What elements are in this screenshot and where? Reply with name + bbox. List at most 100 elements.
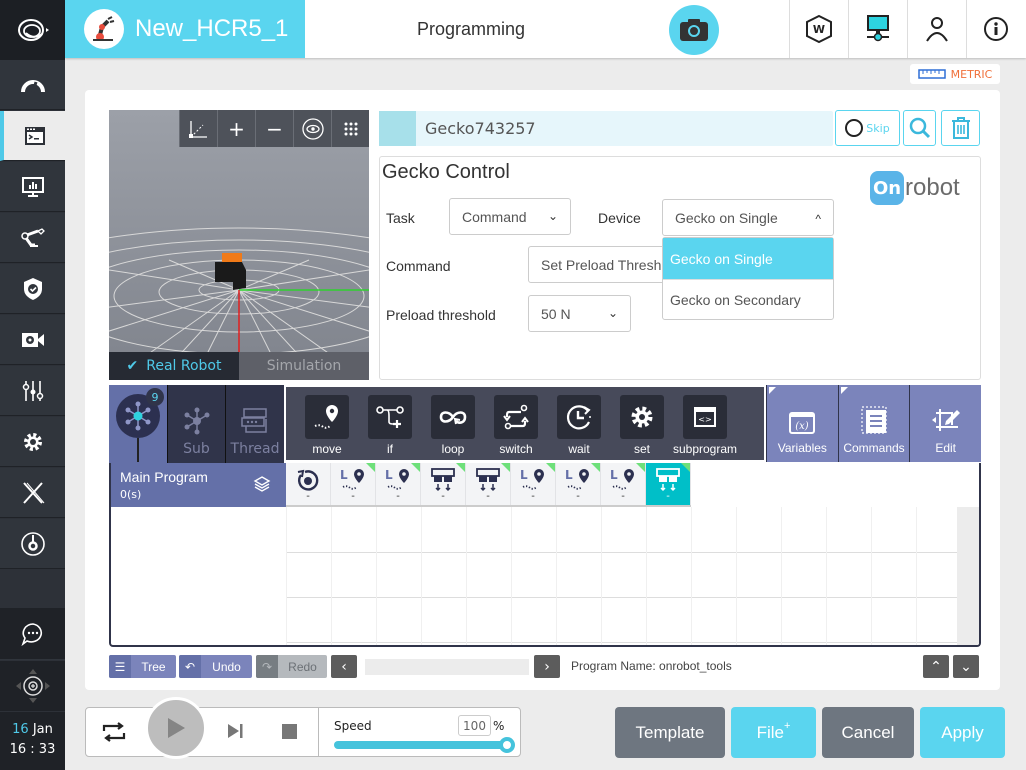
play-button[interactable] [145, 697, 207, 759]
main-program-time: 0(s) [120, 488, 142, 501]
scroll-left-button[interactable]: ‹ [331, 655, 357, 678]
step-button[interactable] [226, 722, 244, 744]
preload-select[interactable]: 50 N ⌄ [528, 295, 631, 332]
svg-text:<>: <> [698, 415, 711, 424]
repeat-icon [102, 722, 126, 742]
axes-button[interactable] [179, 110, 217, 147]
sidebar-item-programming[interactable] [0, 111, 65, 161]
sidebar-item-extensions[interactable] [0, 468, 65, 518]
layers-icon[interactable] [253, 475, 271, 493]
shield-check-icon [23, 277, 42, 300]
node-color-swatch[interactable] [379, 111, 416, 146]
timeline-node-move-l[interactable]: L- [511, 463, 556, 505]
tree-button[interactable]: ☰ Tree [109, 655, 176, 678]
tab-thread[interactable]: Thread [225, 385, 284, 465]
node-label: - [621, 491, 625, 502]
redo-button[interactable]: ↷ Redo [256, 655, 327, 678]
timeline-node-gripper[interactable]: - [466, 463, 511, 505]
sidebar-item-settings[interactable] [0, 417, 65, 467]
command-select[interactable]: Set Preload Threshold [528, 246, 668, 283]
user-button[interactable] [907, 0, 966, 58]
device-option-secondary[interactable]: Gecko on Secondary [663, 279, 833, 320]
sidebar-item-safety[interactable] [0, 264, 65, 314]
undo-button[interactable]: ↶ Undo [179, 655, 252, 678]
program-tools: (x) Variables Commands Edit [766, 385, 981, 462]
cmd-move[interactable]: move [305, 395, 349, 456]
stop-button[interactable] [282, 724, 297, 739]
timeline-node-move-l[interactable]: L- [556, 463, 601, 505]
skip-button[interactable]: Skip [835, 110, 900, 146]
sidebar-item-dashboard[interactable] [0, 60, 65, 110]
network-button[interactable] [848, 0, 907, 58]
grid-button[interactable] [331, 110, 369, 147]
jog-button[interactable] [0, 661, 65, 711]
timeline-scrollbar[interactable] [957, 507, 979, 645]
timeline-node-move-l[interactable]: L- [601, 463, 646, 505]
sidebar-item-monitoring[interactable] [0, 162, 65, 212]
page-title: Programming [417, 19, 526, 39]
speed-slider[interactable] [334, 741, 507, 749]
cmd-loop[interactable]: loop [431, 395, 475, 456]
command-value: Set Preload Threshold [541, 256, 668, 273]
apply-button[interactable]: Apply [920, 707, 1005, 758]
device-option-single[interactable]: Gecko on Single [663, 238, 833, 279]
view-button[interactable] [293, 110, 331, 147]
tab-simulation[interactable]: Simulation [239, 352, 369, 380]
timeline-node-gripper[interactable]: - [646, 463, 691, 505]
unit-badge[interactable]: METRIC [910, 64, 1000, 84]
timeline-node-gripper[interactable]: - [421, 463, 466, 505]
variables-button[interactable]: (x) Variables [766, 385, 838, 462]
scroll-right-button[interactable]: › [534, 655, 560, 678]
tab-main-program[interactable]: 9 [109, 385, 167, 465]
move-up-button[interactable]: ⌃ [923, 655, 949, 678]
search-button[interactable] [903, 110, 936, 146]
tab-sub[interactable]: Sub [167, 385, 225, 465]
sidebar-item-io[interactable] [0, 366, 65, 416]
search-icon [909, 117, 930, 139]
sidebar-item-tool[interactable] [0, 519, 65, 569]
robot-selector[interactable]: New_HCR5_1 [65, 0, 305, 58]
screenshot-button[interactable] [669, 5, 719, 55]
grid-column-line [556, 507, 557, 645]
timeline-node-move-l[interactable]: L- [376, 463, 421, 505]
home-rotate-icon [297, 469, 319, 491]
tab-real-robot-label: Real Robot [146, 358, 222, 374]
commands-button[interactable]: Commands [837, 385, 910, 462]
move-down-button[interactable]: ⌄ [953, 655, 979, 678]
panel-title: Gecko Control [382, 161, 510, 183]
repeat-button[interactable] [102, 721, 126, 747]
cmd-if[interactable]: if [368, 395, 412, 456]
main-menu-button[interactable] [0, 0, 65, 60]
node-name-field[interactable]: Gecko743257 [379, 111, 833, 146]
cmd-set[interactable]: set [620, 395, 664, 456]
info-button[interactable] [966, 0, 1025, 58]
template-button[interactable]: Template [615, 707, 725, 758]
grid-column-line [286, 507, 287, 645]
file-button[interactable]: File + [731, 707, 816, 758]
task-select[interactable]: Command ⌄ [449, 198, 571, 235]
cmd-wait[interactable]: wait [557, 395, 601, 456]
cancel-button[interactable]: Cancel [822, 707, 914, 758]
timeline-node-move-l[interactable]: L- [331, 463, 376, 505]
speed-input[interactable]: 100 [458, 715, 491, 736]
sidebar-item-vision[interactable] [0, 315, 65, 365]
cmd-subprogram[interactable]: <> subprogram [673, 395, 737, 456]
cmd-switch[interactable]: switch [494, 395, 538, 456]
timeline-node-home[interactable]: - [286, 463, 331, 505]
tab-real-robot[interactable]: ✔ Real Robot [109, 352, 239, 380]
edit-button[interactable]: Edit [909, 385, 981, 462]
wizard-button[interactable]: W [789, 0, 848, 58]
robot-3d-viewer[interactable]: + − ✔ Real Robot Simulation [109, 110, 369, 380]
move-pin-icon [314, 405, 338, 429]
chat-button[interactable] [0, 608, 65, 660]
device-select[interactable]: Gecko on Single ^ [662, 199, 834, 236]
floor-grid [109, 227, 369, 380]
viewer-mode-tabs: ✔ Real Robot Simulation [109, 352, 369, 380]
delete-button[interactable] [941, 110, 980, 146]
zoom-in-button[interactable]: + [217, 110, 255, 147]
zoom-out-button[interactable]: − [255, 110, 293, 147]
main-program-row[interactable]: Main Program 0(s) [111, 463, 286, 507]
speed-slider-handle[interactable] [499, 737, 515, 753]
horizontal-scrollbar[interactable] [365, 659, 529, 675]
sidebar-item-robot[interactable] [0, 213, 65, 263]
